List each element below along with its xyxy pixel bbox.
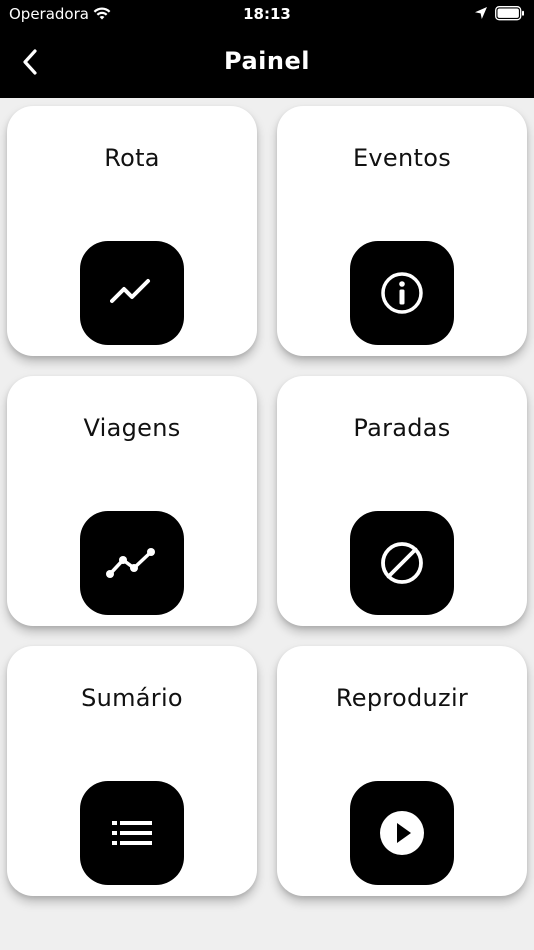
dashboard-grid: Rota Eventos Viagens Paradas Sumário Rep… [7,106,527,896]
play-circle-icon [350,781,454,885]
location-arrow-icon [474,6,488,24]
card-rota[interactable]: Rota [7,106,257,356]
timeline-points-icon [80,511,184,615]
status-time: 18:13 [243,5,291,23]
card-label: Eventos [352,144,452,172]
trending-line-icon [80,241,184,345]
page-title: Painel [224,47,310,75]
block-icon [350,511,454,615]
card-label: Paradas [353,414,451,442]
card-label: Reproduzir [335,684,469,712]
card-label: Sumário [81,684,183,712]
card-reproduzir[interactable]: Reproduzir [277,646,527,896]
info-circle-icon [350,241,454,345]
card-viagens[interactable]: Viagens [7,376,257,626]
card-label: Viagens [83,414,181,442]
list-icon [80,781,184,885]
header: Operadora 18:13 Painel [0,0,534,98]
battery-icon [495,6,525,25]
card-eventos[interactable]: Eventos [277,106,527,356]
status-bar: Operadora 18:13 [0,0,534,28]
card-label: Rota [104,144,160,172]
card-sumario[interactable]: Sumário [7,646,257,896]
card-paradas[interactable]: Paradas [277,376,527,626]
